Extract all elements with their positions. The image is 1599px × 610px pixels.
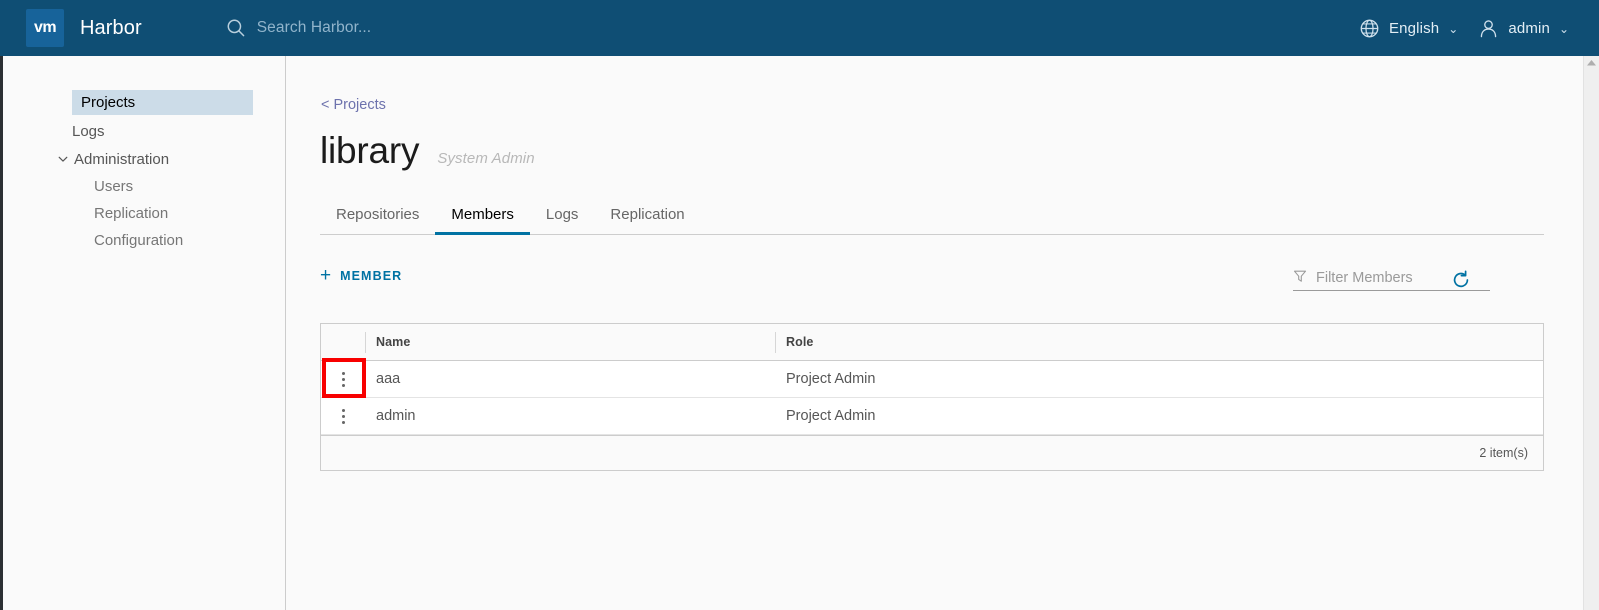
project-header: library System Admin <box>320 132 535 169</box>
scroll-up-arrow-icon[interactable] <box>1584 59 1599 67</box>
left-sidebar-navigation: Projects Logs Administration Users Repli… <box>3 56 286 610</box>
top-navigation-bar: vm Harbor Search Harbor... English ⌄ adm… <box>0 0 1599 56</box>
plus-icon: + <box>320 264 332 286</box>
language-label: English <box>1389 19 1440 37</box>
refresh-icon[interactable] <box>1451 270 1473 292</box>
row-actions-cell <box>321 398 365 435</box>
header-right-group: English ⌄ admin ⌄ <box>1349 0 1599 56</box>
row-actions-cell <box>321 361 365 398</box>
table-actions-toolbar: + MEMBER Filter Members <box>320 263 1544 299</box>
chevron-down-icon <box>55 153 70 165</box>
column-header-name: Name <box>365 324 775 361</box>
breadcrumb-back-to-projects[interactable]: < Projects <box>321 97 386 113</box>
tab-label: Members <box>451 206 514 223</box>
globe-icon <box>1359 18 1380 39</box>
chevron-down-icon: ⌄ <box>1558 22 1569 36</box>
brand-logo-group[interactable]: vm Harbor <box>26 9 142 47</box>
table-row[interactable]: aaa Project Admin <box>321 361 1543 398</box>
sidebar-group-administration[interactable]: Administration <box>3 147 285 171</box>
kebab-menu-icon[interactable] <box>335 407 351 425</box>
tab-logs[interactable]: Logs <box>530 195 595 234</box>
language-selector[interactable]: English ⌄ <box>1349 0 1468 56</box>
global-search[interactable]: Search Harbor... <box>226 0 371 56</box>
sidebar-item-label: Configuration <box>94 231 184 249</box>
project-role-badge: System Admin <box>437 150 535 167</box>
sidebar-item-projects[interactable]: Projects <box>72 90 253 115</box>
filter-group: Filter Members <box>1293 266 1490 291</box>
sidebar-item-configuration[interactable]: Configuration <box>3 228 285 252</box>
item-count-label: 2 item(s) <box>1479 446 1528 460</box>
user-icon <box>1478 18 1499 39</box>
cell-name: aaa <box>376 371 401 387</box>
tab-replication[interactable]: Replication <box>594 195 700 234</box>
table-header-row: Name Role <box>321 324 1543 361</box>
table-row[interactable]: admin Project Admin <box>321 398 1543 435</box>
sidebar-item-logs[interactable]: Logs <box>3 119 285 143</box>
sidebar-item-label: Projects <box>81 94 136 111</box>
cell-name: admin <box>376 408 416 424</box>
cell-role: Project Admin <box>786 371 876 387</box>
filter-funnel-icon <box>1293 269 1307 288</box>
chevron-down-icon: ⌄ <box>1448 22 1459 36</box>
brand-title: Harbor <box>80 16 142 39</box>
cell-role: Project Admin <box>786 408 876 424</box>
sidebar-group-label: Administration <box>74 150 170 168</box>
project-tab-bar: Repositories Members Logs Replication <box>320 195 1544 235</box>
add-member-button[interactable]: + MEMBER <box>320 263 402 289</box>
vmware-logo-icon: vm <box>26 9 64 47</box>
tab-members[interactable]: Members <box>435 195 530 235</box>
tab-repositories[interactable]: Repositories <box>320 195 435 234</box>
vertical-scrollbar[interactable] <box>1583 56 1599 610</box>
user-name-label: admin <box>1508 19 1550 37</box>
search-icon <box>226 18 246 38</box>
content-right-gutter <box>1564 56 1583 610</box>
filter-placeholder: Filter Members <box>1316 270 1413 286</box>
search-input-placeholder[interactable]: Search Harbor... <box>257 19 371 37</box>
add-member-label: MEMBER <box>340 269 403 283</box>
page-title: library <box>320 130 420 171</box>
sidebar-item-label: Logs <box>72 122 105 140</box>
user-menu[interactable]: admin ⌄ <box>1468 0 1579 56</box>
main-content-area: < Projects library System Admin Reposito… <box>287 56 1564 610</box>
column-header-role: Role <box>775 324 1543 361</box>
kebab-menu-icon[interactable] <box>335 370 351 388</box>
sidebar-item-label: Users <box>94 177 134 195</box>
sidebar-item-replication[interactable]: Replication <box>3 201 285 225</box>
tab-label: Logs <box>545 206 579 223</box>
members-table: Name Role aaa Project Admin admin Projec… <box>320 323 1544 471</box>
table-footer: 2 item(s) <box>321 435 1543 470</box>
column-header-actions <box>321 324 365 361</box>
harbor-app-window: vm Harbor Search Harbor... English ⌄ adm… <box>0 0 1599 610</box>
sidebar-item-users[interactable]: Users <box>3 174 285 198</box>
sidebar-item-label: Replication <box>94 204 169 222</box>
tab-label: Replication <box>610 206 685 223</box>
tab-label: Repositories <box>336 206 420 223</box>
